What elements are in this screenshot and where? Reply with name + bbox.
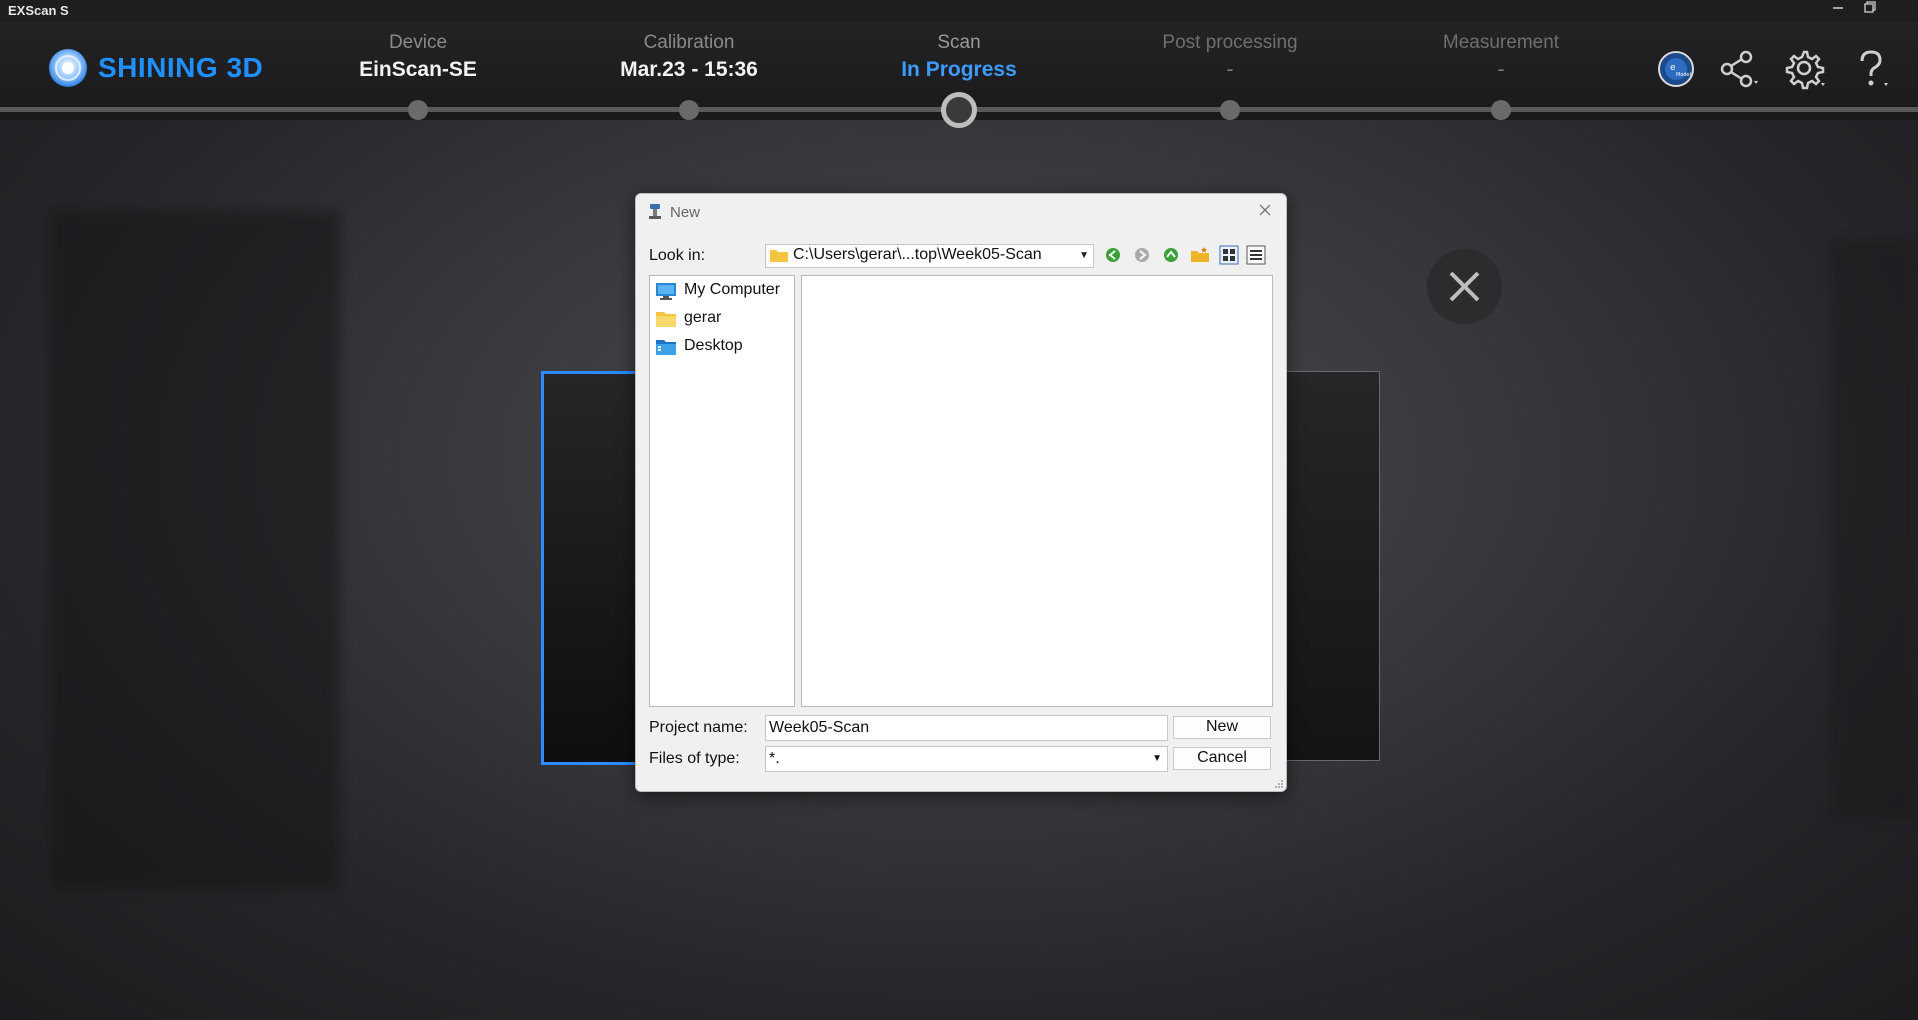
files-of-type-label: Files of type:	[649, 750, 740, 767]
place-label: Desktop	[684, 337, 743, 354]
back-icon[interactable]	[1102, 244, 1124, 266]
forward-icon[interactable]	[1131, 244, 1153, 266]
step-value: -	[1497, 58, 1505, 81]
chevron-down-icon: ▼	[1152, 753, 1162, 764]
step-label: Calibration	[643, 32, 735, 53]
scanner-app-icon	[649, 204, 661, 219]
place-label: My Computer	[684, 281, 781, 298]
help-icon[interactable]	[1848, 46, 1894, 92]
up-folder-icon[interactable]	[1160, 244, 1182, 266]
step-value: EinScan-SE	[359, 58, 477, 81]
project-name-input[interactable]: Week05-Scan	[765, 715, 1168, 741]
step-label: Device	[388, 32, 448, 53]
close-scan-button[interactable]	[1427, 249, 1502, 324]
folder-icon	[656, 312, 676, 327]
step-measurement[interactable]: Measurement -	[1381, 32, 1621, 82]
dialog-title: New	[670, 204, 701, 221]
share-icon[interactable]	[1716, 46, 1762, 92]
window-titlebar: EXScan S	[0, 0, 1918, 22]
place-gerar[interactable]: gerar	[655, 307, 793, 331]
svg-text:Model: Model	[1676, 72, 1691, 78]
cancel-button[interactable]: Cancel	[1173, 747, 1271, 770]
step-dot-measurement[interactable]	[1491, 100, 1511, 120]
step-label: Post processing	[1162, 32, 1298, 53]
left-preview-panel	[50, 210, 340, 890]
look-in-combobox[interactable]: C:\Users\gerar\...top\Week05-Scan ▼	[765, 244, 1094, 268]
step-scan[interactable]: Scan In Progress	[839, 32, 1079, 82]
close-icon	[1259, 204, 1271, 216]
step-value: -	[1226, 58, 1234, 81]
step-value: Mar.23 - 15:36	[620, 58, 758, 81]
resize-grip-icon[interactable]	[1274, 779, 1284, 789]
minimize-icon[interactable]	[1824, 0, 1852, 22]
files-of-type-value: *.	[769, 750, 780, 767]
computer-icon	[656, 283, 676, 300]
settings-gear-icon[interactable]	[1782, 46, 1828, 92]
model-globe-icon[interactable]: e Model	[1653, 46, 1699, 92]
project-name-label: Project name:	[649, 719, 748, 736]
step-post-processing[interactable]: Post processing -	[1110, 32, 1350, 82]
desktop-icon	[656, 340, 676, 355]
step-dot-post-processing[interactable]	[1220, 100, 1240, 120]
folder-icon	[770, 250, 788, 262]
place-my-computer[interactable]: My Computer	[655, 279, 793, 303]
new-button[interactable]: New	[1173, 716, 1271, 739]
shining3d-logo-icon	[49, 49, 87, 87]
app-header: SHINING 3D Device EinScan-SE Calibration…	[0, 22, 1918, 128]
look-in-path: C:\Users\gerar\...top\Week05-Scan	[793, 246, 1042, 263]
step-label: Scan	[937, 32, 981, 53]
close-icon	[1449, 271, 1480, 302]
step-label: Measurement	[1442, 32, 1560, 53]
step-value: In Progress	[901, 58, 1017, 81]
step-dot-scan[interactable]	[941, 92, 977, 128]
dialog-close-button[interactable]	[1254, 200, 1276, 222]
place-desktop[interactable]: Desktop	[655, 335, 793, 359]
right-preview-panel	[1830, 240, 1918, 820]
files-of-type-select[interactable]: *. ▼	[765, 746, 1168, 772]
brand-name: SHINING 3D	[98, 52, 264, 83]
chevron-down-icon: ▼	[1079, 250, 1089, 261]
new-folder-icon[interactable]	[1189, 244, 1211, 266]
step-calibration[interactable]: Calibration Mar.23 - 15:36	[569, 32, 809, 82]
look-in-label: Look in:	[649, 247, 706, 264]
step-dot-calibration[interactable]	[679, 100, 699, 120]
window-title: EXScan S	[8, 3, 69, 18]
step-dot-device[interactable]	[408, 100, 428, 120]
step-device[interactable]: Device EinScan-SE	[298, 32, 538, 82]
detail-view-icon[interactable]	[1245, 244, 1267, 266]
restore-icon[interactable]	[1856, 0, 1884, 22]
places-sidebar: My Computer gerar Desktop	[649, 275, 795, 707]
list-view-icon[interactable]	[1218, 244, 1240, 266]
file-list-view[interactable]	[801, 275, 1273, 707]
new-project-dialog: New Look in: C:\Users\gerar\...top\Week0…	[635, 193, 1287, 792]
place-label: gerar	[684, 309, 722, 326]
camera-view-right[interactable]	[1280, 371, 1380, 761]
project-name-value: Week05-Scan	[769, 719, 870, 736]
